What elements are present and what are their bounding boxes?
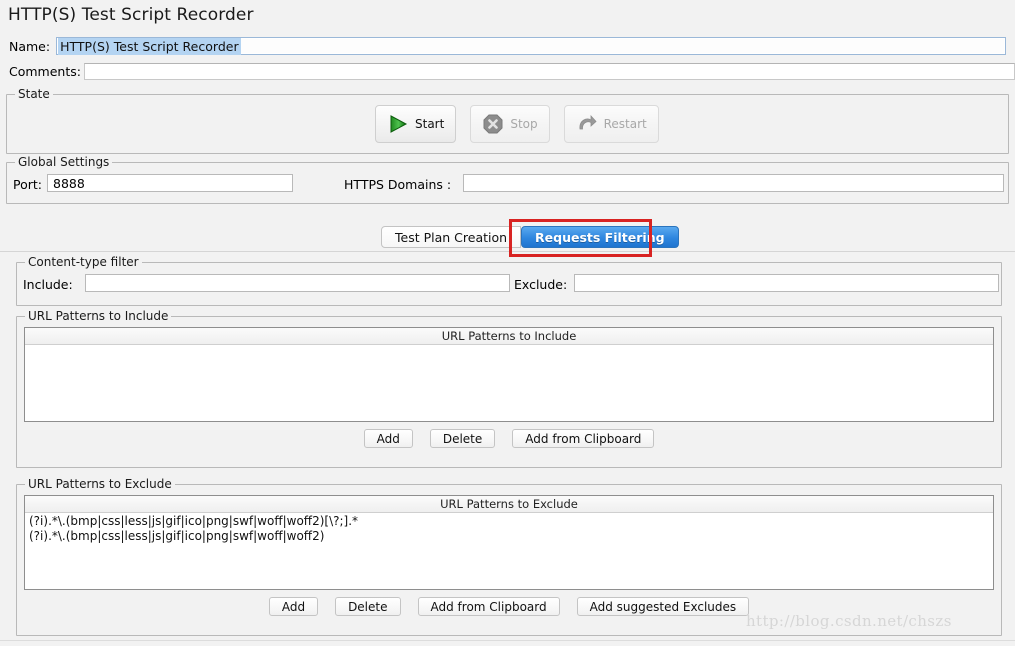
url-patterns-exclude-title: URL Patterns to Exclude (25, 477, 175, 491)
url-include-add-from-clipboard-button[interactable]: Add from Clipboard (512, 429, 655, 448)
url-exclude-table-body[interactable]: (?i).*\.(bmp|css|less|js|gif|ico|png|swf… (25, 513, 993, 589)
comments-input[interactable] (83, 62, 1015, 80)
content-type-exclude-input[interactable] (574, 274, 999, 292)
url-include-delete-button[interactable]: Delete (429, 429, 496, 448)
url-include-add-from-clipboard-label: Add from Clipboard (525, 431, 642, 446)
url-exclude-delete-label: Delete (348, 599, 388, 614)
tab-test-plan-creation-label: Test Plan Creation (395, 229, 508, 245)
stop-button-label: Stop (510, 117, 538, 131)
tab-test-plan-creation[interactable]: Test Plan Creation (381, 226, 522, 248)
https-domains-input[interactable] (463, 174, 1004, 192)
tab-underline (0, 251, 1015, 252)
tab-requests-filtering[interactable]: Requests Filtering (521, 226, 679, 248)
url-include-delete-label: Delete (442, 431, 483, 446)
play-triangle-icon (387, 113, 409, 135)
tab-list: Test Plan Creation Requests Filtering (381, 226, 679, 248)
table-row[interactable]: (?i).*\.(bmp|css|less|js|gif|ico|png|swf… (25, 528, 993, 543)
page-title: HTTP(S) Test Script Recorder (8, 5, 254, 25)
url-exclude-add-from-clipboard-label: Add from Clipboard (430, 599, 547, 614)
state-buttons: Start Stop Restart (375, 105, 659, 143)
name-input[interactable]: HTTP(S) Test Script Recorder (56, 37, 1007, 55)
stop-octagon-icon (482, 113, 504, 135)
restart-button[interactable]: Restart (563, 105, 659, 143)
url-patterns-include-panel: URL Patterns to Include URL Patterns to … (16, 309, 1002, 468)
url-exclude-add-suggested-label: Add suggested Excludes (589, 599, 737, 614)
tab-requests-filtering-label: Requests Filtering (535, 229, 665, 245)
url-exclude-column-header: URL Patterns to Exclude (440, 497, 578, 511)
stop-button[interactable]: Stop (470, 105, 550, 143)
url-include-table[interactable]: URL Patterns to Include (24, 327, 994, 422)
url-exclude-add-label: Add (281, 599, 306, 614)
port-input[interactable]: 8888 (47, 174, 293, 192)
window-bottom-edge (0, 640, 1015, 646)
content-type-filter-title: Content-type filter (25, 255, 142, 269)
url-exclude-add-from-clipboard-button[interactable]: Add from Clipboard (417, 597, 560, 616)
start-button[interactable]: Start (375, 105, 457, 143)
url-include-add-button[interactable]: Add (363, 429, 413, 448)
state-panel-title: State (15, 87, 53, 101)
url-exclude-row-value: (?i).*\.(bmp|css|less|js|gif|ico|png|swf… (29, 528, 325, 543)
content-type-include-label: Include: (23, 277, 73, 292)
url-include-add-label: Add (376, 431, 400, 446)
port-input-value: 8888 (53, 175, 85, 191)
tab-strip: Test Plan Creation Requests Filtering (0, 210, 1015, 254)
url-include-table-body[interactable] (25, 345, 993, 421)
content-type-filter-panel: Content-type filter Include: Exclude: (16, 255, 1002, 306)
table-row[interactable]: (?i).*\.(bmp|css|less|js|gif|ico|png|swf… (25, 513, 993, 528)
start-button-label: Start (415, 117, 445, 131)
restart-button-label: Restart (603, 117, 647, 131)
https-domains-label: HTTPS Domains : (344, 177, 452, 192)
content-type-exclude-label: Exclude: (514, 277, 568, 292)
url-include-table-header: URL Patterns to Include (25, 328, 993, 345)
comments-row: Comments: (0, 60, 1015, 82)
url-include-column-header: URL Patterns to Include (441, 329, 577, 343)
url-exclude-table[interactable]: URL Patterns to Exclude (?i).*\.(bmp|css… (24, 495, 994, 590)
url-include-button-row: Add Delete Add from Clipboard (17, 429, 1001, 448)
comments-label: Comments: (9, 63, 81, 79)
url-patterns-include-title: URL Patterns to Include (25, 309, 172, 323)
watermark-text: http://blog.csdn.net/chszs (746, 612, 952, 630)
url-exclude-add-suggested-button[interactable]: Add suggested Excludes (576, 597, 750, 616)
state-panel: State Start Stop Restart (6, 87, 1009, 154)
http-test-script-recorder-window: HTTP(S) Test Script Recorder Name: HTTP(… (0, 0, 1015, 646)
name-label: Name: (9, 38, 51, 54)
name-input-value: HTTP(S) Test Script Recorder (58, 37, 241, 55)
name-row: Name: HTTP(S) Test Script Recorder (0, 34, 1015, 58)
content-type-include-input[interactable] (85, 274, 510, 292)
url-exclude-row-value: (?i).*\.(bmp|css|less|js|gif|ico|png|swf… (29, 513, 359, 528)
url-exclude-table-header: URL Patterns to Exclude (25, 496, 993, 513)
url-exclude-add-button[interactable]: Add (268, 597, 319, 616)
global-settings-panel: Global Settings Port: 8888 HTTPS Domains… (6, 155, 1009, 204)
global-settings-title: Global Settings (15, 155, 113, 169)
url-exclude-delete-button[interactable]: Delete (335, 597, 401, 616)
port-label: Port: (13, 177, 42, 192)
restart-arrow-icon (576, 113, 598, 135)
